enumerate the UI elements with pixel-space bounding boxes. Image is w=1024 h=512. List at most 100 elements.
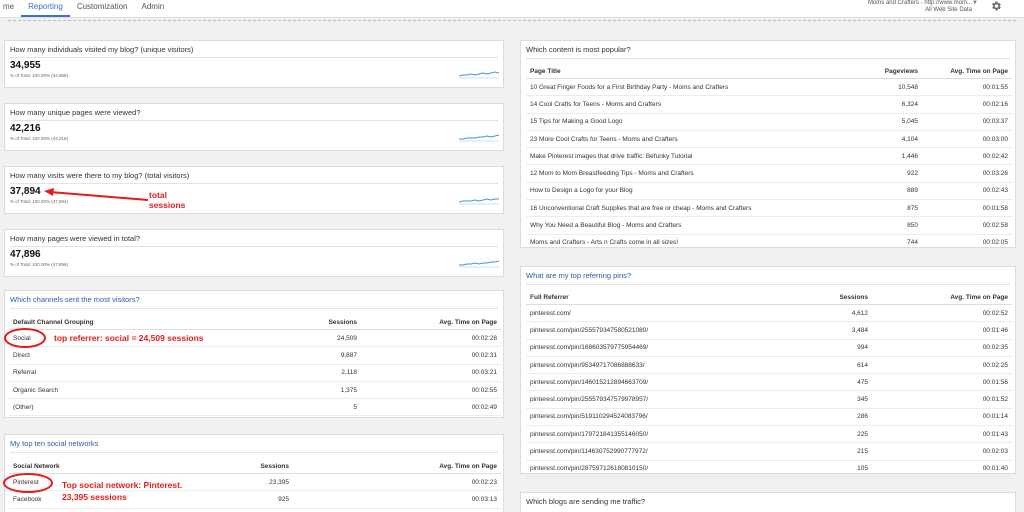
table-row[interactable]: 10 Great Finger Foods for a First Birthd… [526, 78, 1012, 97]
cell-avg-time: 00:01:40 [872, 460, 1012, 478]
cell-sessions: 1,375 [249, 381, 361, 400]
cell-channel[interactable]: Direct [9, 346, 249, 365]
table-row[interactable]: pinterest.com/pin/255579347579978957/345… [526, 390, 1012, 409]
column-header[interactable]: Avg. Time on Page [361, 316, 501, 330]
column-header[interactable]: Full Referrer [526, 291, 830, 305]
metric-value: 37,894 [10, 186, 41, 197]
cell-referrer[interactable]: pinterest.com/pin/146015212894663709/ [526, 373, 830, 392]
tab-customization[interactable]: Customization [70, 0, 135, 17]
table-row[interactable]: 12 Mom to Mom Breastfeeding Tips - Moms … [526, 164, 1012, 183]
cell-sessions: 286 [830, 408, 872, 427]
table-row[interactable]: 15 Tips for Making a Good Logo 5,045 00:03… [526, 113, 1012, 131]
account-selector[interactable]: Moms and Crafters - http://www.mom... Al… [852, 0, 978, 14]
cell-pageviews: 1,446 [846, 147, 922, 166]
column-header[interactable]: Avg. Time on Page [872, 291, 1012, 305]
table-row[interactable]: 14 Cool Crafts for Teens - Moms and Craf… [526, 95, 1012, 114]
channels-card: Which channels sent the most visitors? D… [4, 290, 504, 418]
table-row[interactable]: (Other) 5 00:02:49 [9, 398, 501, 417]
cell-referrer[interactable]: pinterest.com/pin/95349717086888633/ [526, 356, 830, 375]
divider [526, 284, 1010, 285]
column-header[interactable]: Sessions [249, 460, 293, 474]
table-row[interactable]: pinterest.com/pin/146015212894663709/475… [526, 373, 1012, 392]
tab-home[interactable]: me [0, 0, 21, 17]
cell-page-title[interactable]: Moms and Crafters - Arts n Crafts come i… [526, 234, 846, 252]
tab-admin[interactable]: Admin [135, 0, 172, 17]
chevron-down-icon[interactable]: ▼ [972, 0, 978, 7]
cell-sessions: 614 [830, 356, 872, 375]
table-row[interactable]: Organic Search 1,375 00:02:55 [9, 381, 501, 400]
table-row[interactable]: Moms and Crafters - Arts n Crafts come i… [526, 234, 1012, 252]
cell-referrer[interactable]: pinterest.com/pin/519110294524083796/ [526, 408, 830, 427]
cell-referrer[interactable]: pinterest.com/ [526, 304, 830, 323]
table-row[interactable]: Direct 9,887 00:02:31 [9, 346, 501, 365]
table-row[interactable]: pinterest.com/pin/114630752990777972/215… [526, 442, 1012, 461]
cell-page-title[interactable]: 15 Tips for Making a Good Logo [526, 113, 846, 131]
annotation-line: 23,395 sessions [62, 492, 127, 502]
tab-reporting[interactable]: Reporting [21, 0, 70, 17]
cell-referrer[interactable]: pinterest.com/pin/287597126180810150/ [526, 460, 830, 478]
cell-channel[interactable]: (Other) [9, 398, 249, 417]
divider [526, 58, 1010, 59]
card-title: Which content is most popular? [526, 45, 631, 54]
table-row[interactable]: pinterest.com/pin/287597126180810150/105… [526, 460, 1012, 478]
cell-pageviews: 889 [846, 182, 922, 201]
column-header[interactable]: Default Channel Grouping [9, 316, 249, 330]
cell-page-title[interactable]: 14 Cool Crafts for Teens - Moms and Craf… [526, 95, 846, 114]
cell-pageviews: 744 [846, 234, 922, 252]
cell-pageviews: 922 [846, 164, 922, 183]
column-header[interactable]: Avg. Time on Page [293, 460, 501, 474]
table-row[interactable]: pinterest.com/pin/168603579775954469/994… [526, 339, 1012, 357]
table-row[interactable]: 23 More Cool Crafts for Teens - Moms and… [526, 130, 1012, 149]
sparkline-chart [459, 198, 499, 205]
cell-channel[interactable]: Referral [9, 364, 249, 382]
table-row[interactable]: pinterest.com/pin/95349717086888633/614 0… [526, 356, 1012, 375]
cell-page-title[interactable]: Make Pinterest images that drive traffic… [526, 147, 846, 166]
cell-page-title[interactable]: How to Design a Logo for your Blog [526, 182, 846, 201]
popular-content-card: Which content is most popular? Page Titl… [520, 40, 1016, 252]
cell-page-title[interactable]: 12 Mom to Mom Breastfeeding Tips - Moms … [526, 164, 846, 183]
cell-pageviews: 850 [846, 216, 922, 235]
column-header[interactable]: Social Network [9, 460, 249, 474]
cell-referrer[interactable]: pinterest.com/pin/255579347579978957/ [526, 390, 830, 409]
cell-referrer[interactable]: pinterest.com/pin/168603579775954469/ [526, 339, 830, 357]
gear-icon[interactable] [990, 0, 1002, 12]
annotation-total-sessions: total sessions [149, 190, 185, 210]
table-row[interactable]: pinterest.com/pin/179721841355146050/225… [526, 425, 1012, 444]
cell-channel[interactable]: Organic Search [9, 381, 249, 400]
cell-referrer[interactable]: pinterest.com/pin/179721841355146050/ [526, 425, 830, 444]
column-header[interactable]: Sessions [830, 291, 872, 305]
divider [10, 183, 498, 184]
cell-avg-time: 00:02:58 [922, 216, 1012, 235]
table-row[interactable]: Why You Need a Beautiful Blog - Moms and… [526, 216, 1012, 235]
cell-avg-time: 00:02:16 [922, 95, 1012, 114]
column-header[interactable]: Pageviews [846, 65, 922, 79]
annotation-line: Top social network: Pinterest. [62, 480, 183, 490]
cell-page-title[interactable]: 23 More Cool Crafts for Teens - Moms and… [526, 130, 846, 149]
annotation-circle [4, 328, 46, 348]
cell-avg-time: 00:02:43 [922, 182, 1012, 201]
column-header[interactable]: Sessions [249, 316, 361, 330]
table-row[interactable]: Referral 2,118 00:03:21 [9, 364, 501, 382]
cell-avg-time: 00:03:21 [361, 364, 501, 382]
table-row[interactable]: pinterest.com/pin/255579347580521080/3,4… [526, 321, 1012, 340]
table-row[interactable]: Make Pinterest images that drive traffic… [526, 147, 1012, 166]
cell-page-title[interactable]: 10 Great Finger Foods for a First Birthd… [526, 78, 846, 97]
unique-visitors-card: How many individuals visited my blog? (u… [4, 40, 504, 88]
cell-page-title[interactable]: 16 Unconventional Craft Supplies that ar… [526, 199, 846, 218]
table-row[interactable]: How to Design a Logo for your Blog 889 00:… [526, 182, 1012, 201]
cell-page-title[interactable]: Why You Need a Beautiful Blog - Moms and… [526, 216, 846, 235]
cell-referrer[interactable]: pinterest.com/pin/255579347580521080/ [526, 321, 830, 340]
cell-avg-time: 00:02:49 [361, 398, 501, 417]
column-header[interactable]: Page Title [526, 65, 846, 79]
cell-referrer[interactable]: pinterest.com/pin/114630752990777972/ [526, 442, 830, 461]
cell-sessions: 925 [249, 490, 293, 509]
channels-table: Default Channel Grouping Sessions Avg. T… [9, 316, 501, 417]
cell-avg-time: 00:03:00 [922, 130, 1012, 149]
column-header[interactable]: Avg. Time on Page [922, 65, 1012, 79]
table-row[interactable]: pinterest.com/pin/519110294524083796/286… [526, 408, 1012, 427]
cell-sessions: 5 [249, 398, 361, 417]
table-row[interactable]: pinterest.com/4,612 00:02:52 [526, 304, 1012, 323]
cell-sessions: 4,612 [830, 304, 872, 323]
table-row[interactable]: 16 Unconventional Craft Supplies that ar… [526, 199, 1012, 218]
table-header-row: Default Channel Grouping Sessions Avg. T… [9, 316, 501, 330]
